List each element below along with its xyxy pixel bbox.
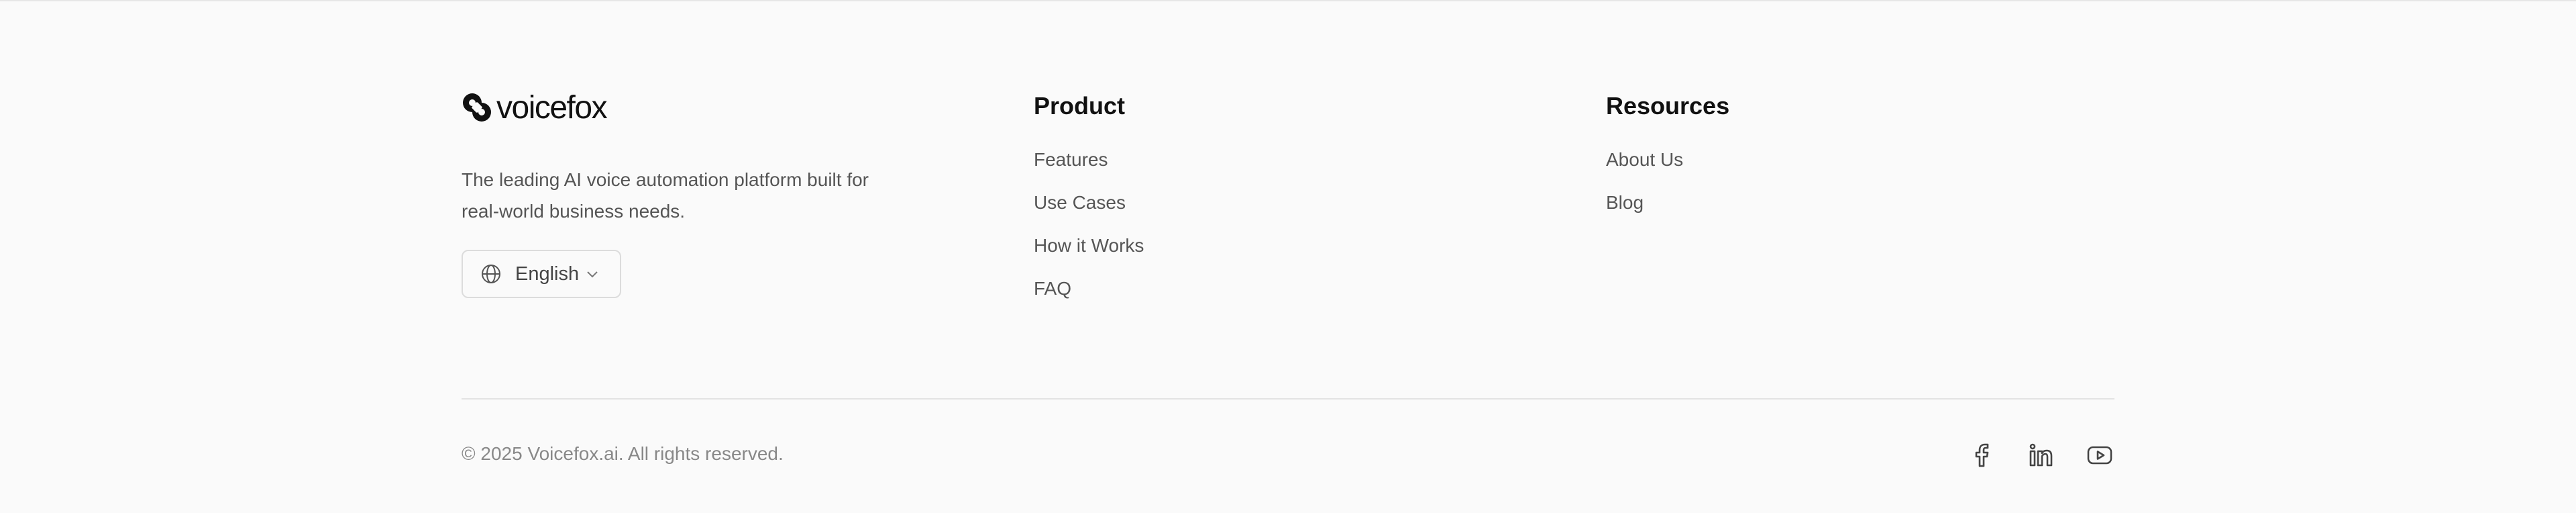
linkedin-link[interactable] (2026, 440, 2055, 470)
resources-column: Resources About Us Blog (1606, 91, 1729, 235)
footer-link-features[interactable]: Features (1034, 149, 1108, 170)
footer-divider (462, 398, 2114, 400)
footer-link-blog[interactable]: Blog (1606, 192, 1644, 213)
product-links: Features Use Cases How it Works FAQ (1034, 149, 1144, 321)
footer-link-about-us[interactable]: About Us (1606, 149, 1683, 170)
brand-column: voicefox The leading AI voice automation… (462, 89, 931, 298)
voicefox-logo-icon (463, 93, 491, 122)
brand-tagline: The leading AI voice automation platform… (462, 169, 869, 222)
product-column: Product Features Use Cases How it Works … (1034, 91, 1144, 321)
language-select[interactable]: English (462, 250, 621, 298)
logo[interactable]: voicefox (462, 89, 931, 126)
globe-icon (482, 265, 500, 283)
social-links (1937, 440, 2114, 470)
resources-links: About Us Blog (1606, 149, 1729, 235)
youtube-icon (2087, 446, 2112, 465)
footer-link-how-it-works[interactable]: How it Works (1034, 235, 1144, 256)
resources-heading: Resources (1606, 92, 1730, 120)
brand-name: voicefox (496, 89, 608, 126)
footer-link-use-cases[interactable]: Use Cases (1034, 192, 1126, 213)
site-footer: voicefox The leading AI voice automation… (0, 0, 2576, 513)
youtube-link[interactable] (2085, 440, 2114, 470)
copyright-text: © 2025 Voicefox.ai. All rights reserved. (462, 443, 784, 464)
footer-link-faq[interactable]: FAQ (1034, 278, 1071, 299)
linkedin-icon (2029, 443, 2053, 467)
product-heading: Product (1034, 92, 1126, 120)
facebook-icon (1975, 443, 1989, 467)
facebook-link[interactable] (1967, 440, 1996, 470)
chevron-down-icon (587, 271, 598, 278)
language-select-value: English (515, 263, 580, 285)
